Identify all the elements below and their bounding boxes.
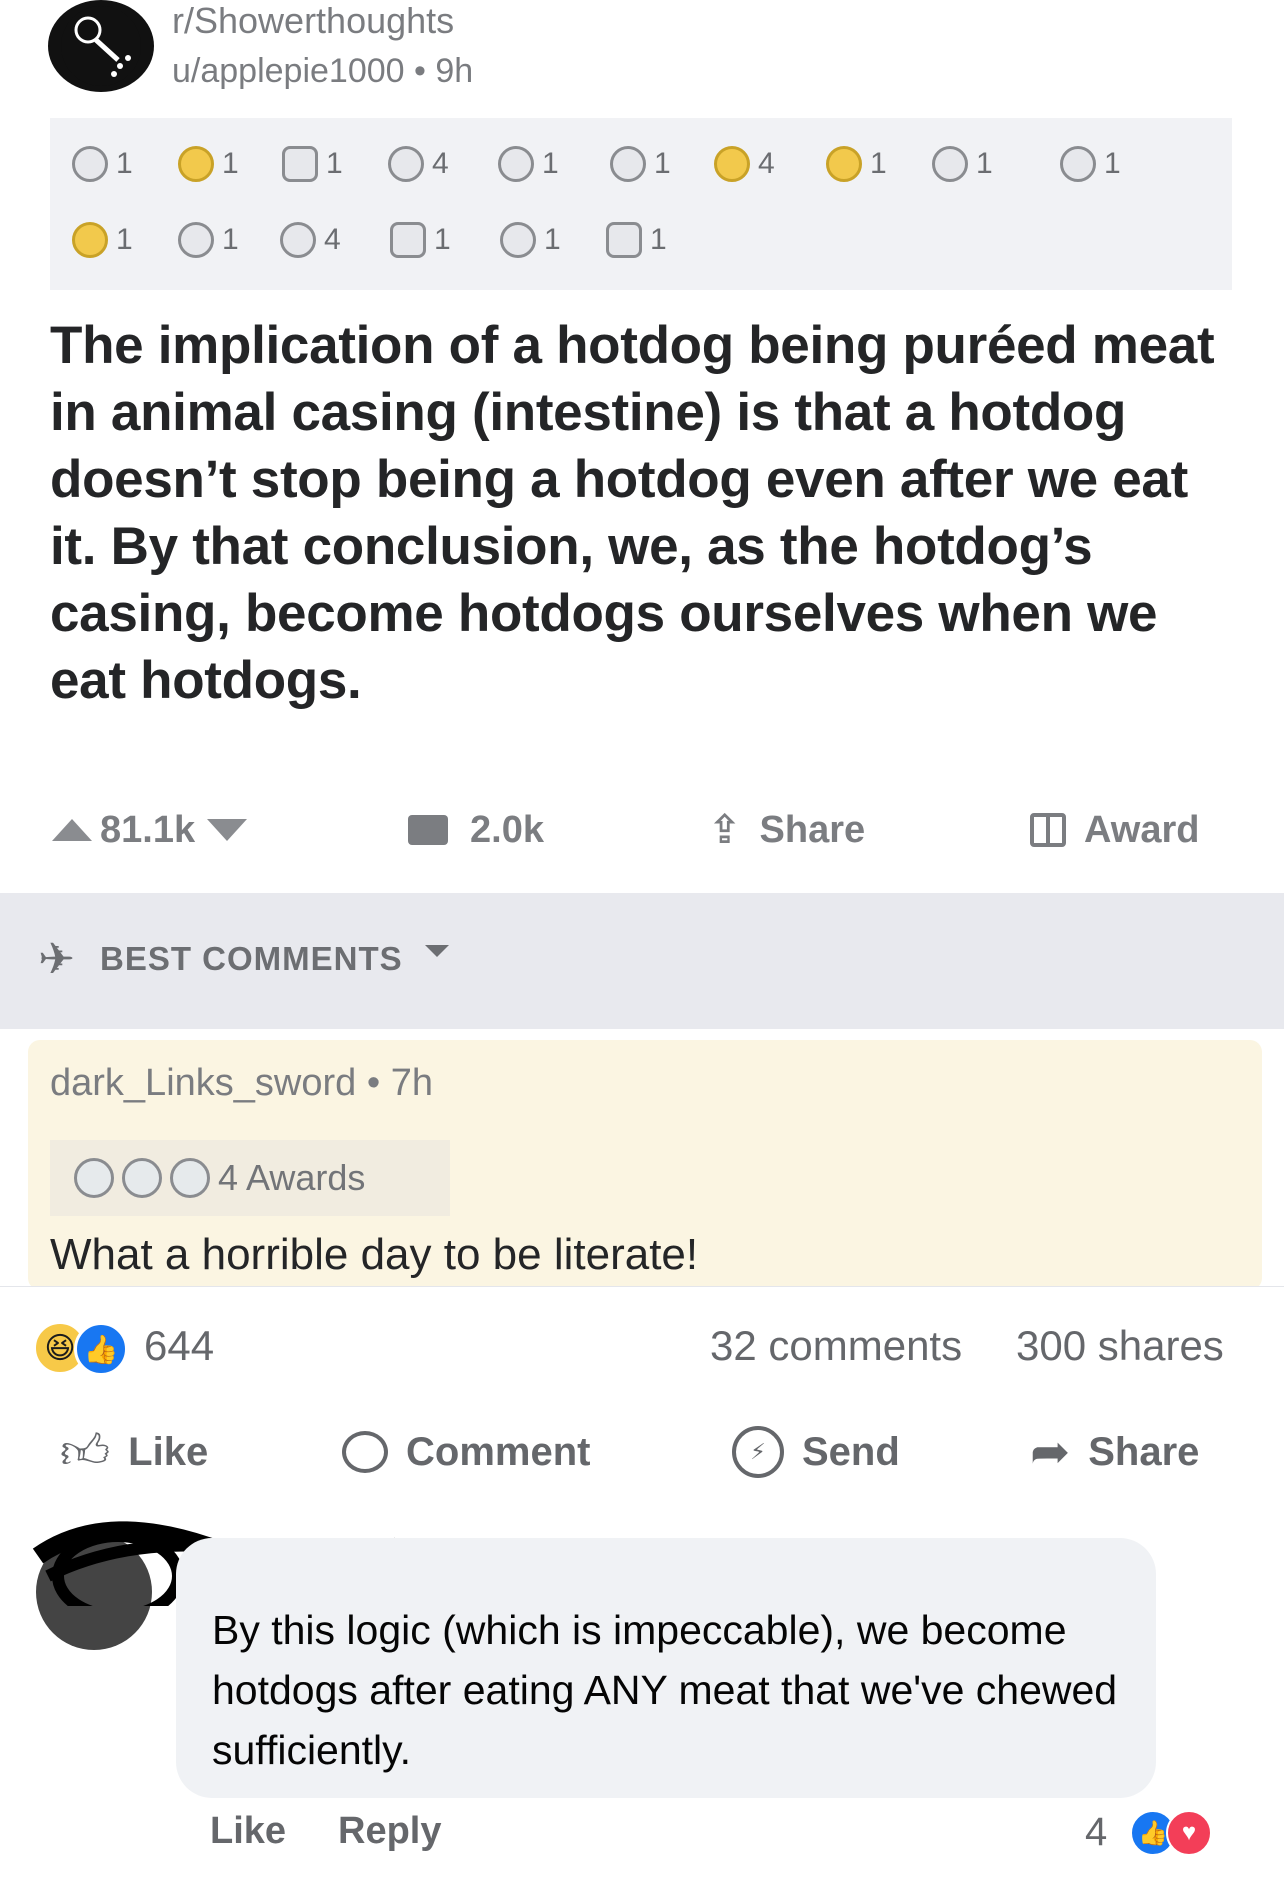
award-item: 1: [826, 146, 887, 182]
comment-awards[interactable]: 4 Awards: [50, 1140, 450, 1216]
award-item: 1: [282, 146, 343, 182]
divider: [0, 1286, 1284, 1287]
vote-controls: 81.1k: [52, 800, 248, 860]
post-title: The implication of a hotdog being puréed…: [50, 316, 1215, 710]
award-item: 1: [1060, 146, 1121, 182]
award-icon: [170, 1158, 210, 1198]
comments-button[interactable]: 2.0k: [408, 800, 544, 860]
award-item: 1: [610, 146, 671, 182]
subreddit-avatar[interactable]: [48, 0, 154, 92]
reply-text: By this logic (which is impeccable), we …: [212, 1607, 1118, 1773]
messenger-icon: ⚡: [732, 1426, 784, 1478]
award-item: 1: [390, 222, 451, 258]
award-icon: [714, 146, 750, 182]
award-icon: [388, 146, 424, 182]
comment-awards-label: 4 Awards: [218, 1157, 366, 1198]
award-icon: [280, 222, 316, 258]
share-arrow-icon: ➦: [1030, 1426, 1071, 1479]
reaction-count[interactable]: 644: [144, 1322, 214, 1370]
reply-button[interactable]: Reply: [338, 1810, 441, 1853]
award-icon: [1060, 146, 1096, 182]
award-icon: [826, 146, 862, 182]
award-icon: [498, 146, 534, 182]
upvote-icon[interactable]: [52, 819, 92, 841]
shares-link[interactable]: 300 shares: [1016, 1322, 1224, 1370]
award-item: 4: [388, 146, 449, 182]
award-item: 1: [72, 222, 133, 258]
award-icon: [282, 146, 318, 182]
comment-age: 7h: [390, 1062, 433, 1104]
award-icon: [178, 146, 214, 182]
reply-like-button[interactable]: Like: [210, 1810, 286, 1853]
share-label: Share: [759, 808, 866, 851]
award-item: 1: [178, 146, 239, 182]
award-icon: [72, 146, 108, 182]
comment-meta: dark_Links_sword • 7h: [50, 1062, 433, 1104]
award-icon: [610, 146, 646, 182]
award-icon: [606, 222, 642, 258]
award-icon: [390, 222, 426, 258]
gift-icon: [1030, 813, 1066, 847]
chevron-down-icon[interactable]: [425, 945, 449, 957]
thumbs-up-icon: 👍︎: [60, 1426, 111, 1479]
award-icon: [932, 146, 968, 182]
comment-author[interactable]: dark_Links_sword: [50, 1062, 356, 1104]
comments-link[interactable]: 32 comments: [710, 1322, 962, 1370]
award-item: 4: [714, 146, 775, 182]
award-item: 1: [932, 146, 993, 182]
award-item: 1: [498, 146, 559, 182]
award-label: Award: [1084, 808, 1200, 851]
comments-count: 2.0k: [470, 808, 544, 851]
vote-score: 81.1k: [100, 808, 196, 851]
love-reaction-icon: ♥: [1166, 1810, 1212, 1856]
comment-bubble-icon: [408, 815, 448, 845]
like-button[interactable]: 👍︎ Like: [60, 1422, 208, 1482]
comment-button[interactable]: Comment: [342, 1422, 590, 1482]
award-item: 4: [280, 222, 341, 258]
meta-separator: •: [414, 52, 426, 90]
author-name[interactable]: u/applepie1000: [172, 52, 405, 90]
award-item: 1: [606, 222, 667, 258]
comment-text: What a horrible day to be literate!: [50, 1230, 699, 1279]
post-awards[interactable]: 1 1 1 4 1 1 4 1 1 1 1 1 4 1 1 1: [50, 118, 1232, 290]
post-age: 9h: [435, 52, 474, 90]
send-button[interactable]: ⚡ Send: [732, 1422, 900, 1482]
share-upload-icon: ⇪: [708, 808, 742, 852]
award-icon: [72, 222, 108, 258]
award-item: 1: [72, 146, 133, 182]
downvote-icon[interactable]: [207, 819, 248, 841]
like-reaction-icon: 👍: [74, 1322, 128, 1376]
sort-dropdown[interactable]: BEST COMMENTS: [100, 940, 403, 978]
award-icon: [500, 222, 536, 258]
reply-reaction-count[interactable]: 4: [1085, 1810, 1107, 1855]
share-button[interactable]: ⇪ Share: [708, 800, 865, 860]
award-icon: [74, 1158, 114, 1198]
award-icon: [122, 1158, 162, 1198]
subreddit-name[interactable]: r/Showerthoughts: [172, 0, 454, 42]
comment-bubble-icon: [342, 1431, 388, 1473]
reddit-screenshot: r/Showerthoughts u/applepie1000 • 9h 1 1…: [0, 0, 1284, 1286]
post-meta: u/applepie1000 • 9h: [172, 52, 473, 91]
award-item: 1: [500, 222, 561, 258]
award-icon: [178, 222, 214, 258]
award-button[interactable]: Award: [1030, 800, 1199, 860]
rocket-icon: ✈: [38, 935, 75, 984]
share-button[interactable]: ➦ Share: [1030, 1422, 1199, 1482]
award-item: 1: [178, 222, 239, 258]
